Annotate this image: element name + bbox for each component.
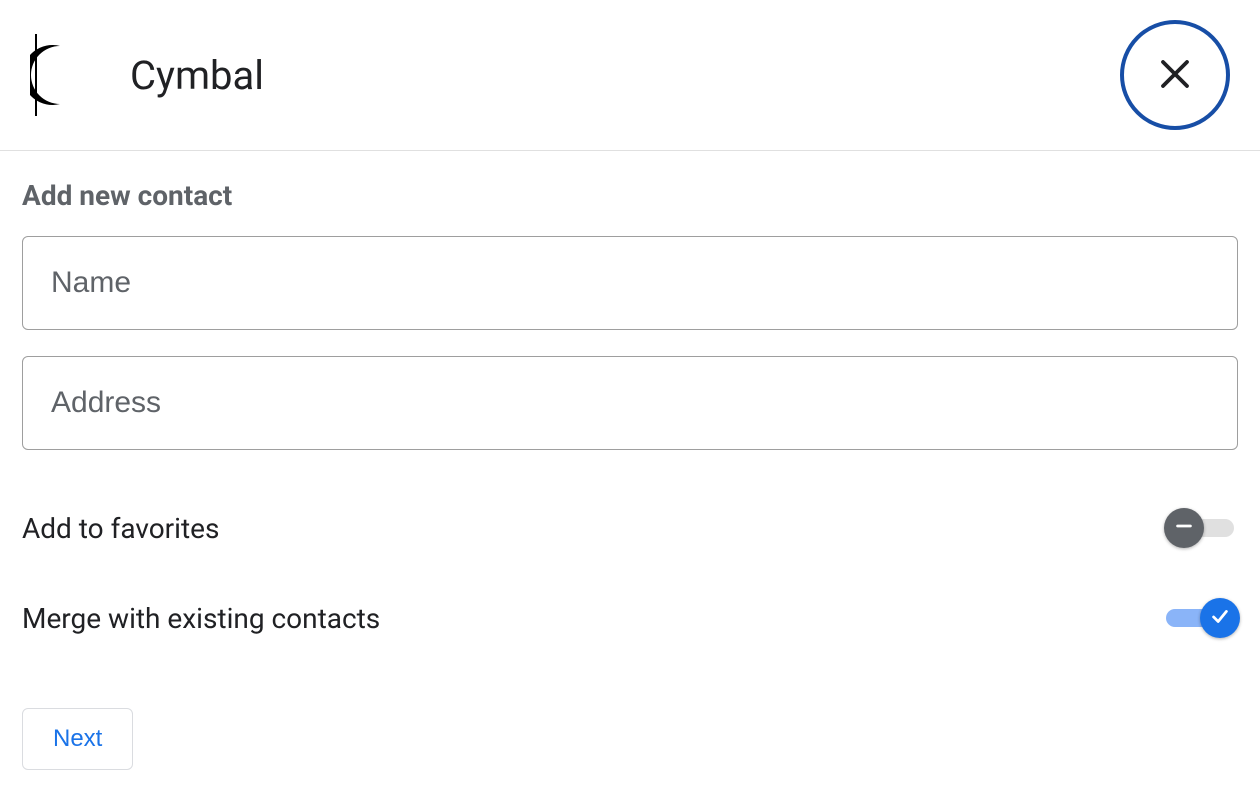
content: Add new contact Add to favorites Merge w…	[0, 151, 1260, 798]
header: Cymbal	[0, 0, 1260, 151]
name-input[interactable]	[22, 236, 1238, 330]
merge-label: Merge with existing contacts	[22, 602, 380, 635]
favorites-toggle[interactable]	[1166, 508, 1238, 548]
merge-toggle[interactable]	[1166, 598, 1238, 638]
cymbal-logo-icon	[30, 34, 112, 116]
brand-title: Cymbal	[130, 52, 264, 99]
section-title: Add new contact	[22, 179, 1238, 212]
minus-icon	[1173, 515, 1195, 541]
favorites-row: Add to favorites	[22, 508, 1238, 548]
address-input[interactable]	[22, 356, 1238, 450]
merge-row: Merge with existing contacts	[22, 598, 1238, 638]
check-icon	[1209, 605, 1231, 631]
brand: Cymbal	[30, 34, 264, 116]
toggle-thumb-on	[1200, 598, 1240, 638]
toggle-thumb-off	[1164, 508, 1204, 548]
favorites-label: Add to favorites	[22, 512, 219, 545]
close-icon	[1157, 56, 1193, 95]
close-button[interactable]	[1120, 20, 1230, 130]
next-button[interactable]: Next	[22, 708, 133, 770]
